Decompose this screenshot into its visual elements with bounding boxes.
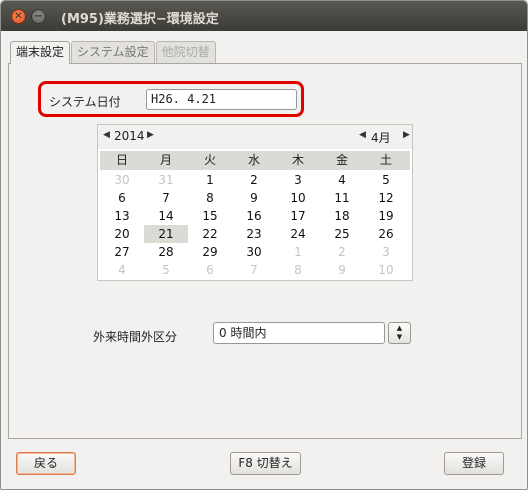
calendar-day[interactable]: 2 (232, 171, 276, 189)
weekday-sat: 土 (379, 153, 392, 167)
calendar-day[interactable]: 22 (188, 225, 232, 243)
calendar-day[interactable]: 26 (364, 225, 408, 243)
calendar-day-grid: 30 31 1 2 3 4 5 6 7 8 9 10 11 12 13 14 1… (100, 171, 410, 279)
calendar-day[interactable]: 3 (276, 171, 320, 189)
calendar-day[interactable]: 28 (144, 243, 188, 261)
calendar-year: 2014 (114, 129, 145, 143)
chevron-down-icon[interactable]: ▼ (389, 333, 410, 342)
calendar-day[interactable]: 29 (188, 243, 232, 261)
calendar-day[interactable]: 9 (320, 261, 364, 279)
tab-terminal-settings[interactable]: 端末設定 (10, 41, 71, 64)
next-month-icon[interactable]: ▶ (403, 130, 410, 140)
window-title: (M95)業務選択−環境設定 (61, 12, 219, 27)
calendar-day[interactable]: 1 (276, 243, 320, 261)
register-button[interactable]: 登録 (444, 452, 504, 475)
calendar-header: ◀ 2014 ▶ ◀ 4月 ▶ (98, 125, 412, 149)
calendar-day[interactable]: 17 (276, 207, 320, 225)
calendar-day[interactable]: 24 (276, 225, 320, 243)
calendar-day[interactable]: 27 (100, 243, 144, 261)
weekday-thu: 木 (291, 153, 304, 167)
calendar-day[interactable]: 2 (320, 243, 364, 261)
calendar-day-selected[interactable]: 21 (144, 225, 188, 243)
prev-month-icon[interactable]: ◀ (359, 130, 366, 140)
calendar: ◀ 2014 ▶ ◀ 4月 ▶ 日 月 火 水 木 金 土 30 31 1 2 … (97, 124, 413, 281)
calendar-day[interactable]: 7 (144, 189, 188, 207)
calendar-day[interactable]: 8 (276, 261, 320, 279)
system-date-input[interactable]: H26. 4.21 (146, 89, 297, 110)
prev-year-icon[interactable]: ◀ (103, 130, 110, 140)
calendar-day[interactable]: 9 (232, 189, 276, 207)
calendar-day[interactable]: 16 (232, 207, 276, 225)
calendar-day[interactable]: 13 (100, 207, 144, 225)
weekday-tue: 火 (203, 153, 216, 167)
system-date-label: システム日付 (49, 95, 121, 109)
calendar-day[interactable]: 14 (144, 207, 188, 225)
calendar-day[interactable]: 4 (320, 171, 364, 189)
calendar-day[interactable]: 19 (364, 207, 408, 225)
outpatient-time-spinner[interactable]: ▲ ▼ (388, 322, 411, 344)
weekday-sun: 日 (115, 153, 128, 167)
next-year-icon[interactable]: ▶ (147, 130, 154, 140)
weekday-mon: 月 (159, 153, 172, 167)
calendar-day[interactable]: 10 (276, 189, 320, 207)
outpatient-time-label: 外来時間外区分 (93, 330, 178, 344)
calendar-day[interactable]: 7 (232, 261, 276, 279)
calendar-day[interactable]: 23 (232, 225, 276, 243)
chevron-up-icon[interactable]: ▲ (389, 324, 410, 333)
calendar-day[interactable]: 25 (320, 225, 364, 243)
calendar-day[interactable]: 6 (100, 189, 144, 207)
calendar-month: 4月 (371, 131, 391, 145)
calendar-day[interactable]: 10 (364, 261, 408, 279)
calendar-day[interactable]: 30 (232, 243, 276, 261)
system-date-highlight: システム日付 H26. 4.21 (38, 81, 304, 117)
calendar-day[interactable]: 1 (188, 171, 232, 189)
calendar-day[interactable]: 11 (320, 189, 364, 207)
minimize-icon[interactable]: − (31, 9, 46, 24)
calendar-day[interactable]: 31 (144, 171, 188, 189)
calendar-day[interactable]: 6 (188, 261, 232, 279)
titlebar: ✕ − (M95)業務選択−環境設定 (1, 1, 527, 31)
f8-switch-button[interactable]: F8 切替え (230, 452, 301, 475)
weekday-fri: 金 (335, 153, 348, 167)
calendar-day[interactable]: 8 (188, 189, 232, 207)
calendar-day[interactable]: 5 (364, 171, 408, 189)
calendar-day[interactable]: 3 (364, 243, 408, 261)
calendar-day[interactable]: 18 (320, 207, 364, 225)
calendar-day[interactable]: 20 (100, 225, 144, 243)
calendar-day[interactable]: 5 (144, 261, 188, 279)
tab-other-clinic-switch: 他院切替 (155, 41, 216, 63)
weekday-wed: 水 (247, 153, 260, 167)
calendar-day[interactable]: 4 (100, 261, 144, 279)
calendar-day[interactable]: 30 (100, 171, 144, 189)
calendar-day[interactable]: 12 (364, 189, 408, 207)
tab-bar: 端末設定 システム設定 他院切替 (10, 41, 217, 64)
tab-system-settings[interactable]: システム設定 (71, 41, 155, 63)
close-icon[interactable]: ✕ (11, 9, 26, 24)
outpatient-time-input[interactable]: 0 時間内 (213, 322, 385, 344)
back-button[interactable]: 戻る (16, 452, 76, 475)
calendar-day[interactable]: 15 (188, 207, 232, 225)
calendar-weekdays: 日 月 火 水 木 金 土 (100, 151, 410, 170)
